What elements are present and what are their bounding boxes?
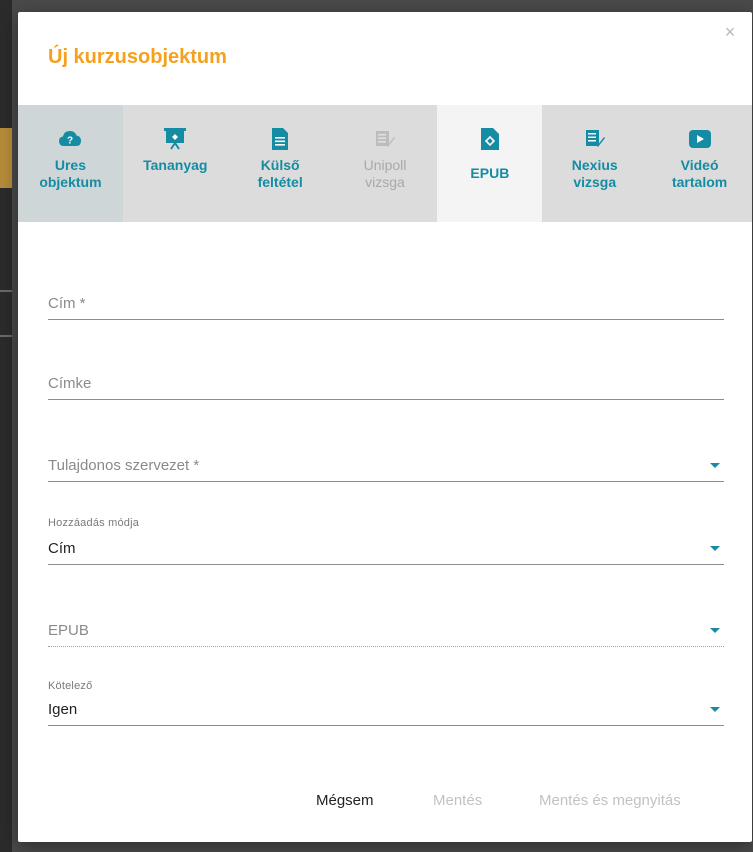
field-underline xyxy=(48,564,724,565)
save-and-open-button[interactable]: Mentés és megnyitás xyxy=(539,792,681,809)
title-placeholder: Cím * xyxy=(48,295,86,312)
chevron-down-icon xyxy=(710,628,720,633)
chevron-down-icon xyxy=(710,546,720,551)
tab-unipoll-exam[interactable]: Unipoll vizsga xyxy=(333,105,438,222)
epub-icon xyxy=(479,127,501,151)
tab-empty-object[interactable]: ? Ures objektum xyxy=(18,105,123,222)
survey-pen-icon xyxy=(374,127,396,151)
owner-organization-select[interactable]: Tulajdonos szervezet * xyxy=(48,452,724,482)
mandatory-select[interactable]: Kötelező Igen xyxy=(48,680,724,726)
document-icon xyxy=(269,127,291,151)
cancel-button[interactable]: Mégsem xyxy=(316,792,374,809)
object-type-tabs: ? Ures objektum Tananyag Külső feltétel … xyxy=(18,105,752,222)
tab-label: Külső feltétel xyxy=(257,157,303,190)
tag-placeholder: Címke xyxy=(48,375,92,392)
tab-label: Tananyag xyxy=(143,157,208,173)
cloud-question-icon: ? xyxy=(59,127,82,151)
mandatory-label: Kötelező xyxy=(48,680,93,692)
tab-label: Nexius vizsga xyxy=(571,157,618,190)
tab-video-content[interactable]: Videó tartalom xyxy=(647,105,752,222)
mandatory-value: Igen xyxy=(48,701,78,718)
add-mode-select[interactable]: Hozzáadás módja Cím xyxy=(48,517,724,565)
title-field[interactable]: Cím * xyxy=(48,290,724,320)
play-video-icon xyxy=(688,127,711,151)
field-underline xyxy=(48,646,724,647)
field-underline xyxy=(48,725,724,726)
add-mode-value: Cím xyxy=(48,540,76,557)
tab-epub[interactable]: EPUB xyxy=(437,105,543,222)
tab-nexius-exam[interactable]: Nexius vizsga xyxy=(542,105,647,222)
presentation-board-icon xyxy=(164,127,187,151)
tag-field[interactable]: Címke xyxy=(48,370,724,400)
add-mode-label: Hozzáadás módja xyxy=(48,517,140,529)
field-underline xyxy=(48,319,724,320)
epub-placeholder: EPUB xyxy=(48,622,89,639)
epub-select[interactable]: EPUB xyxy=(48,617,724,647)
chevron-down-icon xyxy=(710,707,720,712)
owner-organization-placeholder: Tulajdonos szervezet * xyxy=(48,457,200,474)
tab-label: Videó tartalom xyxy=(671,157,728,190)
backdrop-line xyxy=(0,335,12,337)
tab-label: Unipoll vizsga xyxy=(363,157,407,190)
close-icon[interactable]: × xyxy=(722,23,738,41)
tab-course-material[interactable]: Tananyag xyxy=(123,105,228,222)
chevron-down-icon xyxy=(710,463,720,468)
exam-checklist-icon xyxy=(584,127,606,151)
tab-label: EPUB xyxy=(470,165,510,181)
new-course-object-dialog: × Új kurzusobjektum ? Ures objektum Tana… xyxy=(18,12,752,842)
svg-text:?: ? xyxy=(67,136,73,147)
backdrop-orange-band xyxy=(0,128,12,188)
backdrop-line xyxy=(0,290,12,292)
dialog-title: Új kurzusobjektum xyxy=(48,46,227,68)
tab-label: Ures objektum xyxy=(39,157,102,190)
field-underline xyxy=(48,399,724,400)
save-button[interactable]: Mentés xyxy=(433,792,482,809)
field-underline xyxy=(48,481,724,482)
tab-external-condition[interactable]: Külső feltétel xyxy=(228,105,333,222)
